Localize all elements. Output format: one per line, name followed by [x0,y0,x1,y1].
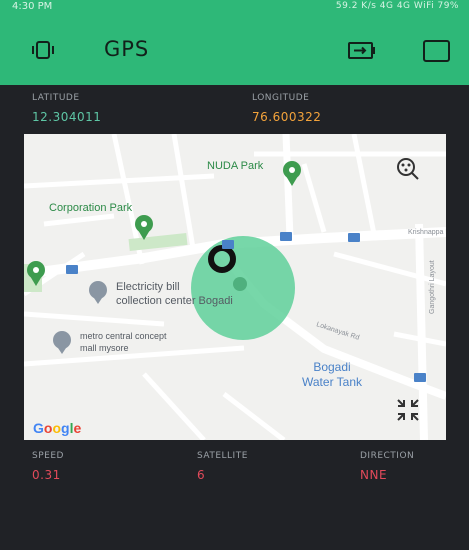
google-logo: Google [33,420,82,436]
road-label: Krishnappa Rd [408,229,446,236]
map-roads: Krishnappa Rd Lokanayak Rd Gangothri Lay… [24,134,446,440]
latitude-value: 12.304011 [32,110,102,124]
speed-value: 0.31 [32,468,61,482]
map-view[interactable]: Krishnappa Rd Lokanayak Rd Gangothri Lay… [24,134,446,440]
device-icon[interactable] [32,40,54,60]
poi-label[interactable]: Electricity bill collection center Bogad… [116,280,233,308]
longitude-label: LONGITUDE [252,93,310,103]
status-indicators: 59.2 K/s 4G 4G WiFi 79% [335,1,459,11]
app-header: GPS [0,16,469,85]
poi-label[interactable]: metro central concept mall mysore [80,330,167,354]
direction-value: NNE [360,468,388,482]
water-tank-label[interactable]: Bogadi Water Tank [302,360,362,390]
status-time: 4:30 PM [12,1,53,12]
speed-label: SPEED [32,451,64,461]
page-title: GPS [104,37,150,61]
road-label: Gangothri Layout [429,260,436,314]
satellite-value: 6 [197,468,206,482]
fullscreen-icon[interactable] [396,398,420,422]
battery-icon[interactable] [348,42,376,59]
park-label[interactable]: NUDA Park [207,160,263,172]
direction-label: DIRECTION [360,451,415,461]
park-label[interactable]: Corporation Park [49,202,132,214]
square-icon[interactable] [423,40,450,62]
latitude-label: LATITUDE [32,93,80,103]
longitude-value: 76.600322 [252,110,322,124]
layers-icon[interactable] [394,154,424,182]
satellite-label: SATELLITE [197,451,248,461]
status-bar: 4:30 PM 59.2 K/s 4G 4G WiFi 79% [0,0,469,16]
